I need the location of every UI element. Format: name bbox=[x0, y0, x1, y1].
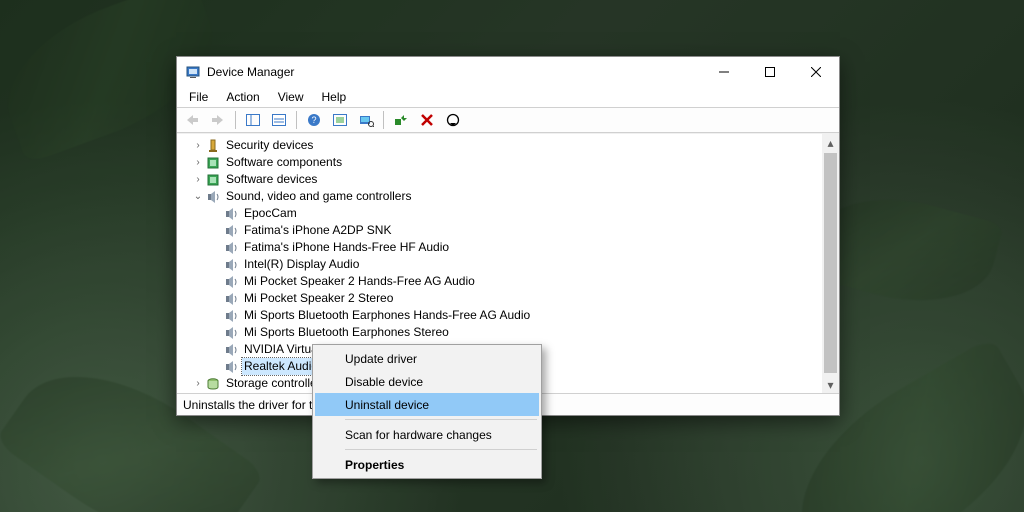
speaker-icon bbox=[223, 240, 239, 256]
menu-action[interactable]: Action bbox=[218, 88, 267, 106]
context-menu-separator bbox=[345, 449, 537, 450]
speaker-icon bbox=[223, 342, 239, 358]
toolbar-separator bbox=[296, 111, 297, 129]
svg-text:?: ? bbox=[311, 115, 316, 125]
tree-node-label: Fatima's iPhone A2DP SNK bbox=[242, 222, 393, 239]
tree-node[interactable]: Fatima's iPhone A2DP SNK bbox=[177, 222, 822, 239]
tree-node-label: Sound, video and game controllers bbox=[224, 188, 413, 205]
tree-node[interactable]: Mi Pocket Speaker 2 Stereo bbox=[177, 290, 822, 307]
app-icon bbox=[185, 64, 201, 80]
vertical-scrollbar[interactable]: ▴ ▾ bbox=[822, 134, 839, 393]
tree-node-label: Mi Pocket Speaker 2 Stereo bbox=[242, 290, 395, 307]
tree-node[interactable]: Mi Pocket Speaker 2 Hands-Free AG Audio bbox=[177, 273, 822, 290]
speaker-icon bbox=[223, 274, 239, 290]
tree-node-label: Intel(R) Display Audio bbox=[242, 256, 361, 273]
tree-node-label: Fatima's iPhone Hands-Free HF Audio bbox=[242, 239, 451, 256]
close-button[interactable] bbox=[793, 57, 839, 87]
minimize-button[interactable] bbox=[701, 57, 747, 87]
toolbar-forward-button[interactable] bbox=[207, 109, 229, 131]
context-menu-item[interactable]: Scan for hardware changes bbox=[315, 423, 539, 446]
speaker-icon bbox=[223, 257, 239, 273]
scroll-up-arrow-icon[interactable]: ▴ bbox=[822, 134, 839, 151]
menu-file[interactable]: File bbox=[181, 88, 216, 106]
speaker-icon bbox=[223, 308, 239, 324]
tree-node-label: Realtek Audio bbox=[242, 358, 320, 375]
expand-icon[interactable]: › bbox=[191, 137, 205, 154]
component-icon bbox=[205, 155, 221, 171]
tree-node-label: Software devices bbox=[224, 171, 319, 188]
titlebar: Device Manager bbox=[177, 57, 839, 87]
context-menu-item[interactable]: Update driver bbox=[315, 347, 539, 370]
context-menu-item[interactable]: Uninstall device bbox=[315, 393, 539, 416]
tree-node-label: Storage controlle bbox=[224, 375, 319, 392]
toolbar-separator bbox=[235, 111, 236, 129]
speaker-icon bbox=[223, 223, 239, 239]
tree-node[interactable]: › Security devices bbox=[177, 137, 822, 154]
collapse-icon[interactable]: ⌄ bbox=[191, 188, 205, 205]
tree-node[interactable]: Mi Sports Bluetooth Earphones Hands-Free… bbox=[177, 307, 822, 324]
context-menu-separator bbox=[345, 419, 537, 420]
shield-icon bbox=[205, 138, 221, 154]
speaker-icon bbox=[205, 189, 221, 205]
speaker-icon bbox=[223, 206, 239, 222]
tree-node[interactable]: Fatima's iPhone Hands-Free HF Audio bbox=[177, 239, 822, 256]
toolbar-show-hidden-button[interactable] bbox=[329, 109, 351, 131]
menu-help[interactable]: Help bbox=[314, 88, 355, 106]
context-menu[interactable]: Update driverDisable deviceUninstall dev… bbox=[312, 344, 542, 479]
tree-node[interactable]: Intel(R) Display Audio bbox=[177, 256, 822, 273]
toolbar-separator bbox=[383, 111, 384, 129]
tree-node-label: Software components bbox=[224, 154, 344, 171]
tree-node[interactable]: Mi Sports Bluetooth Earphones Stereo bbox=[177, 324, 822, 341]
window-title: Device Manager bbox=[207, 65, 701, 79]
tree-node-label: Mi Pocket Speaker 2 Hands-Free AG Audio bbox=[242, 273, 477, 290]
toolbar-back-button[interactable] bbox=[181, 109, 203, 131]
disk-icon bbox=[205, 376, 221, 392]
speaker-icon bbox=[223, 359, 239, 375]
tree-node-label: Security devices bbox=[224, 137, 315, 154]
expand-icon[interactable]: › bbox=[191, 154, 205, 171]
toolbar-properties-button[interactable] bbox=[268, 109, 290, 131]
toolbar-update-driver-button[interactable] bbox=[390, 109, 412, 131]
component-icon bbox=[205, 172, 221, 188]
scroll-track[interactable] bbox=[822, 151, 839, 376]
tree-node[interactable]: › Software components bbox=[177, 154, 822, 171]
tree-node[interactable]: › Software devices bbox=[177, 171, 822, 188]
toolbar-scan-button[interactable] bbox=[355, 109, 377, 131]
scroll-thumb[interactable] bbox=[824, 153, 837, 373]
tree-node-label: EpocCam bbox=[242, 205, 299, 222]
tree-node-label: Mi Sports Bluetooth Earphones Stereo bbox=[242, 324, 451, 341]
menu-view[interactable]: View bbox=[270, 88, 312, 106]
context-menu-item[interactable]: Properties bbox=[315, 453, 539, 476]
context-menu-item[interactable]: Disable device bbox=[315, 370, 539, 393]
expand-icon[interactable]: › bbox=[191, 375, 205, 392]
tree-node-label: System devices bbox=[224, 392, 312, 393]
toolbar-uninstall-button[interactable] bbox=[416, 109, 438, 131]
chip-icon bbox=[205, 393, 221, 394]
expand-icon[interactable]: › bbox=[191, 392, 205, 393]
tree-node-label: Mi Sports Bluetooth Earphones Hands-Free… bbox=[242, 307, 532, 324]
tree-node[interactable]: ⌄ Sound, video and game controllers bbox=[177, 188, 822, 205]
speaker-icon bbox=[223, 291, 239, 307]
scroll-down-arrow-icon[interactable]: ▾ bbox=[822, 376, 839, 393]
speaker-icon bbox=[223, 325, 239, 341]
menubar: File Action View Help bbox=[177, 87, 839, 107]
toolbar: ? bbox=[177, 107, 839, 133]
tree-node[interactable]: EpocCam bbox=[177, 205, 822, 222]
toolbar-console-tree-button[interactable] bbox=[242, 109, 264, 131]
toolbar-disable-button[interactable] bbox=[442, 109, 464, 131]
maximize-button[interactable] bbox=[747, 57, 793, 87]
toolbar-help-button[interactable]: ? bbox=[303, 109, 325, 131]
expand-icon[interactable]: › bbox=[191, 171, 205, 188]
